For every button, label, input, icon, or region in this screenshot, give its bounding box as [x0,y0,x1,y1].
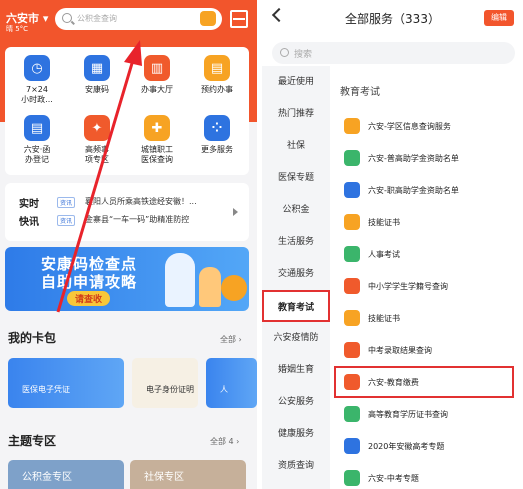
services-header: 全部服务（333） 编辑 [262,0,523,36]
service-label: 六安-职高助学金资助名单 [368,186,459,195]
sidebar-item[interactable]: 最近使用 [262,66,330,98]
service-icon [344,118,360,134]
service-label: 人事考试 [368,250,400,259]
category-title: 教育考试 [340,87,380,98]
sidebar-item[interactable]: 公安服务 [262,386,330,418]
service-icon [344,470,360,486]
service-label: 2020年安徽高考专题 [368,442,445,451]
service-icon [344,406,360,422]
sidebar-item[interactable]: 六安疫情防 [262,322,330,354]
service-label: 六安-普高助学金资助名单 [368,154,459,163]
sidebar-item[interactable]: 公积金 [262,194,330,226]
category-sidebar: 最近使用 热门推荐 社保 医保专题 公积金 生活服务 交通服务 教育考试 六安疫情防 婚姻生育 公安… [262,66,330,489]
service-label: 六安-学区信息查询服务 [368,122,451,131]
sidebar-item[interactable]: 社保 [262,130,330,162]
service-icon [344,150,360,166]
service-label: 六安-中考专题 [368,474,419,483]
edit-button[interactable]: 编辑 [484,10,514,26]
sidebar-item[interactable]: 热门推荐 [262,98,330,130]
service-icon [344,310,360,326]
all-services-screen: 全部服务（333） 编辑 搜索 最近使用 热门推荐 社保 医保专题 公积金 生活服务 交通服… [262,0,523,489]
sidebar-item[interactable]: 生活服务 [262,226,330,258]
service-icon [344,246,360,262]
search-placeholder: 搜索 [294,50,313,60]
sidebar-item[interactable]: 教育考试 [262,290,330,322]
sidebar-item[interactable]: 医保专题 [262,162,330,194]
service-label: 技能证书 [368,218,400,227]
service-icon [344,214,360,230]
highlight-box [334,366,514,398]
service-label: 中考录取结果查询 [368,346,432,355]
sidebar-item[interactable]: 交通服务 [262,258,330,290]
service-icon [344,342,360,358]
search-icon [280,48,289,57]
annotation-arrow [56,40,142,313]
services-search-input[interactable]: 搜索 [272,42,515,64]
service-label: 中小学学生学籍号查询 [368,282,448,291]
sidebar-item[interactable]: 婚姻生育 [262,354,330,386]
service-label: 高等教育学历证书查询 [368,410,448,419]
sidebar-item[interactable]: 健康服务 [262,418,330,450]
service-icon [344,182,360,198]
sidebar-item[interactable]: 资质查询 [262,450,330,482]
service-icon [344,438,360,454]
service-label: 技能证书 [368,314,400,323]
service-icon [344,278,360,294]
home-screen: 六安市 ▾ 晴 5°C 公积金查询 ◷ 7×24 小时政... ▦ 安康码 ▥ 办事大厅 ▤… [0,0,257,489]
